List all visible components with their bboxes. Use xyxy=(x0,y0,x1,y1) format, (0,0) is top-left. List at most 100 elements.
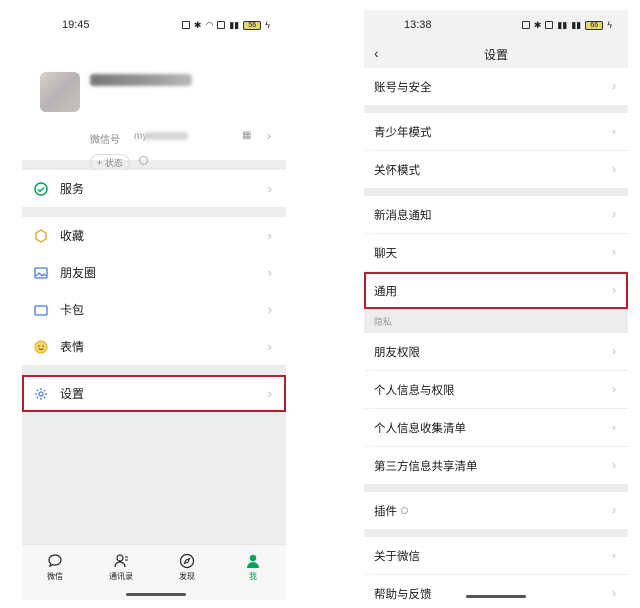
divider xyxy=(364,105,628,113)
chevron-right-icon: › xyxy=(612,458,616,472)
settings-item-label: 插件 xyxy=(374,505,397,518)
divider xyxy=(22,207,286,217)
divider xyxy=(22,160,286,170)
menu-item-settings[interactable]: 设置 › xyxy=(22,375,286,412)
settings-item-personal-info-collection[interactable]: 个人信息收集清单 › xyxy=(364,409,628,446)
tab-contacts[interactable]: 通讯录 xyxy=(96,553,146,582)
menu-item-services[interactable]: 服务 › xyxy=(22,170,286,207)
smile-icon xyxy=(34,340,48,354)
chevron-right-icon: › xyxy=(267,265,272,280)
settings-item-label: 帮助与反馈 xyxy=(374,588,432,601)
chevron-right-icon: › xyxy=(612,283,616,297)
chevron-right-icon: › xyxy=(612,503,616,517)
chat-icon xyxy=(48,554,62,568)
menu-item-moments[interactable]: 朋友圈 › xyxy=(22,254,286,291)
status-ring-icon xyxy=(139,156,148,165)
nickname-blurred xyxy=(90,74,192,86)
settings-item-label: 新消息通知 xyxy=(374,209,432,222)
settings-item-chat[interactable]: 聊天 › xyxy=(364,234,628,271)
chevron-right-icon: › xyxy=(612,344,616,358)
gear-icon xyxy=(34,387,48,401)
bluetooth-icon: ✱ xyxy=(193,19,202,30)
home-indicator[interactable] xyxy=(126,593,186,596)
chevron-right-icon: › xyxy=(267,302,272,317)
chevron-right-icon: › xyxy=(612,124,616,138)
settings-item-label: 青少年模式 xyxy=(374,126,432,139)
divider xyxy=(364,484,628,492)
right-screenshot: 13:38 ✱ ▮▮ ▮▮ 66 ϟ ‹ 设置 账号与安全 › 青少年模式 › … xyxy=(364,10,628,600)
settings-item-general[interactable]: 通用 › xyxy=(364,272,628,309)
settings-item-plugins[interactable]: 插件 › xyxy=(364,492,628,529)
settings-item-label: 个人信息收集清单 xyxy=(374,422,466,435)
left-screenshot: 19:45 ✱ ◠ ▮▮ 56 ϟ 微信号 my ▦ › + 状态 服务 › 收… xyxy=(22,10,286,600)
menu-item-favorites[interactable]: 收藏 › xyxy=(22,217,286,254)
charging-icon: ϟ xyxy=(265,20,270,30)
settings-item-personal-info-permissions[interactable]: 个人信息与权限 › xyxy=(364,371,628,408)
settings-item-label: 关怀模式 xyxy=(374,164,420,177)
back-arrow-icon[interactable]: ‹ xyxy=(374,45,379,61)
badge-icon xyxy=(401,507,408,514)
profile-section[interactable]: 微信号 my ▦ › + 状态 xyxy=(22,40,286,171)
menu-item-label: 收藏 xyxy=(60,229,85,243)
tab-chats[interactable]: 微信 xyxy=(30,553,80,582)
menu-item-stickers[interactable]: 表情 › xyxy=(22,328,286,365)
divider xyxy=(364,529,628,537)
settings-item-third-party-sharing[interactable]: 第三方信息共享清单 › xyxy=(364,447,628,484)
chevron-right-icon: › xyxy=(612,420,616,434)
signal-icon: ▮▮ xyxy=(557,19,568,30)
settings-item-new-message-notify[interactable]: 新消息通知 › xyxy=(364,196,628,233)
signal-icon: ▮▮ xyxy=(229,19,240,30)
settings-item-label: 第三方信息共享清单 xyxy=(374,460,478,473)
tab-label: 通讯录 xyxy=(109,572,133,581)
status-time: 19:45 xyxy=(62,19,90,31)
settings-item-label: 聊天 xyxy=(374,247,397,260)
status-icons: ✱ ▮▮ ▮▮ 66 ϟ xyxy=(521,19,612,31)
status-icons: ✱ ◠ ▮▮ 56 ϟ xyxy=(181,19,270,31)
wechat-id-blurred xyxy=(144,132,188,140)
settings-item-teen-mode[interactable]: 青少年模式 › xyxy=(364,113,628,150)
chevron-right-icon: › xyxy=(612,162,616,176)
menu-item-label: 表情 xyxy=(60,340,85,354)
section-label-privacy: 隐私 xyxy=(364,309,628,333)
nfc-icon xyxy=(181,21,190,29)
tab-me[interactable]: 我 xyxy=(228,553,278,582)
charging-icon: ϟ xyxy=(607,20,612,30)
home-indicator[interactable] xyxy=(466,595,526,598)
divider xyxy=(364,188,628,196)
card-icon xyxy=(34,303,48,317)
chevron-right-icon: › xyxy=(612,382,616,396)
bottom-tab-bar: 微信 通讯录 发现 我 xyxy=(22,544,286,600)
menu-item-label: 设置 xyxy=(60,387,85,401)
menu-item-label: 卡包 xyxy=(60,303,85,317)
settings-item-care-mode[interactable]: 关怀模式 › xyxy=(364,151,628,188)
tab-discover[interactable]: 发现 xyxy=(162,553,212,582)
nav-bar: ‹ 设置 xyxy=(364,40,628,68)
cube-icon xyxy=(34,228,48,243)
settings-item-label: 关于微信 xyxy=(374,550,420,563)
avatar[interactable] xyxy=(40,72,80,112)
menu-item-label: 服务 xyxy=(60,182,85,196)
settings-item-label: 账号与安全 xyxy=(374,81,432,94)
settings-item-account-security[interactable]: 账号与安全 › xyxy=(364,68,628,105)
settings-item-about-wechat[interactable]: 关于微信 › xyxy=(364,537,628,574)
chevron-right-icon: › xyxy=(267,129,271,143)
chevron-right-icon: › xyxy=(267,228,272,243)
tab-label: 发现 xyxy=(179,572,195,581)
settings-item-label: 通用 xyxy=(374,285,397,298)
menu-item-cards[interactable]: 卡包 › xyxy=(22,291,286,328)
hd-icon xyxy=(545,21,554,29)
chevron-right-icon: › xyxy=(612,245,616,259)
settings-item-label: 个人信息与权限 xyxy=(374,384,455,397)
chevron-right-icon: › xyxy=(612,79,616,93)
tab-label: 微信 xyxy=(47,572,63,581)
wifi-icon: ◠ xyxy=(205,19,214,30)
divider xyxy=(22,365,286,375)
wechat-id-label: 微信号 xyxy=(90,135,120,146)
settings-item-friend-permissions[interactable]: 朋友权限 › xyxy=(364,333,628,370)
status-button[interactable]: + 状态 xyxy=(90,154,130,171)
bluetooth-icon: ✱ xyxy=(533,19,542,30)
qr-code-icon[interactable]: ▦ xyxy=(242,130,251,141)
chevron-right-icon: › xyxy=(612,207,616,221)
chevron-right-icon: › xyxy=(267,181,272,196)
chevron-right-icon: › xyxy=(267,386,272,401)
